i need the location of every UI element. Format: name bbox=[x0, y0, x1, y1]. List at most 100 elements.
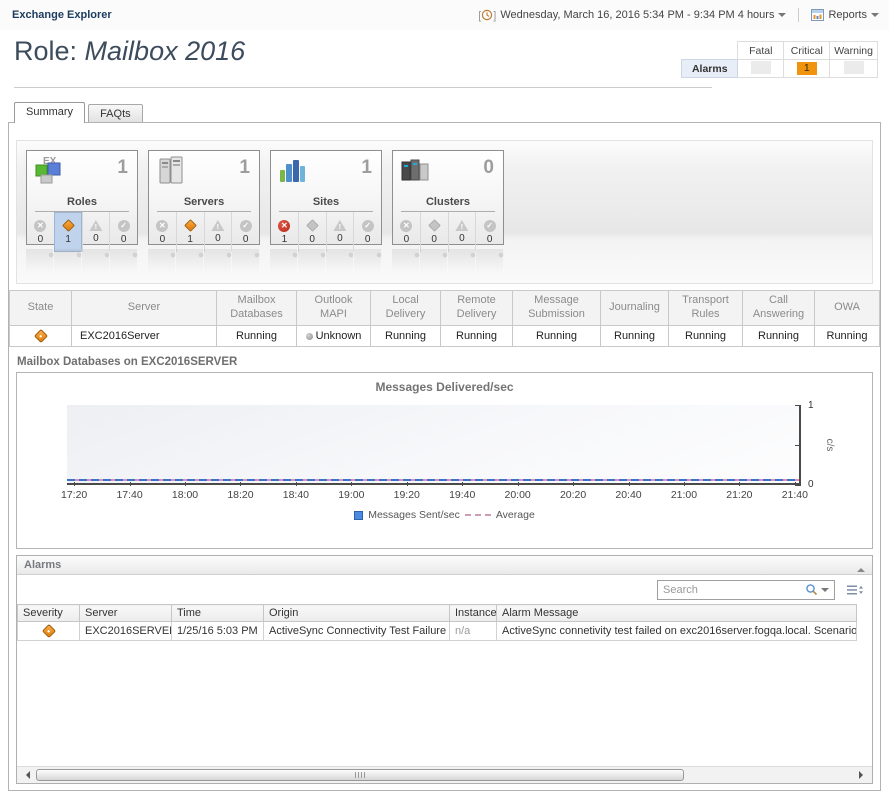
status-cell-critical[interactable]: 0 bbox=[420, 212, 448, 252]
search-box[interactable] bbox=[657, 580, 835, 600]
status-count: 0 bbox=[365, 234, 371, 245]
x-tick-label: 17:20 bbox=[61, 489, 87, 502]
status-cell-fatal[interactable]: ✕1 bbox=[271, 212, 298, 252]
fatal-icon: ✕ bbox=[278, 220, 290, 232]
status-cell-normal[interactable]: ✓0 bbox=[231, 212, 259, 252]
alarm-summary-warning-cell[interactable] bbox=[830, 60, 878, 78]
alarm-time-cell: 1/25/16 5:03 PM bbox=[172, 622, 264, 641]
tile-roles[interactable]: EX 1 Roles ✕0 1 !0 ✓0 bbox=[26, 150, 138, 245]
horizontal-scrollbar[interactable] bbox=[17, 766, 872, 783]
status-count: 0 bbox=[243, 234, 249, 245]
status-count: 0 bbox=[431, 234, 437, 245]
search-input[interactable] bbox=[658, 584, 805, 596]
tile-name: Servers bbox=[157, 196, 251, 212]
alarm-summary-critical-cell[interactable]: 1 bbox=[784, 60, 830, 78]
col-outlook-mapi: Outlook MAPI bbox=[297, 291, 371, 326]
chart-plot-area bbox=[67, 405, 801, 485]
col-severity: Severity bbox=[18, 605, 80, 622]
status-count: 0 bbox=[215, 233, 221, 244]
col-time: Time bbox=[172, 605, 264, 622]
warning-count-badge bbox=[844, 61, 864, 74]
fatal-count-badge bbox=[751, 61, 771, 74]
status-cell-critical[interactable]: 1 bbox=[54, 212, 82, 252]
x-tick-label: 20:00 bbox=[505, 489, 531, 502]
status-cell-warning[interactable]: !0 bbox=[82, 212, 110, 252]
status-count: 0 bbox=[121, 234, 127, 245]
clusters-icon bbox=[398, 154, 432, 189]
critical-icon bbox=[184, 219, 197, 232]
normal-icon: ✓ bbox=[118, 220, 130, 232]
scrollbar-thumb[interactable] bbox=[36, 769, 684, 781]
collapse-panel-icon[interactable] bbox=[857, 564, 865, 572]
status-cell-critical[interactable]: 1 bbox=[176, 212, 204, 252]
time-range-selector[interactable]: [] Wednesday, March 16, 2016 5:34 PM - 9… bbox=[478, 9, 786, 22]
transport-rules-cell: Running bbox=[669, 326, 743, 347]
outlook-mapi-cell: Unknown bbox=[297, 326, 371, 347]
breadcrumb[interactable]: Exchange Explorer bbox=[12, 9, 112, 21]
scroll-right-arrow[interactable] bbox=[856, 767, 872, 783]
servers-icon bbox=[154, 154, 188, 189]
alarm-summary-col-fatal: Fatal bbox=[738, 42, 784, 60]
sites-icon bbox=[276, 154, 310, 189]
page-title: Role: Mailbox 2016 bbox=[14, 36, 245, 67]
critical-icon bbox=[62, 219, 75, 232]
col-alarm-server: Server bbox=[80, 605, 172, 622]
average-line bbox=[67, 479, 799, 481]
tab-summary[interactable]: Summary bbox=[14, 102, 85, 123]
y-max-label: 1 bbox=[808, 400, 814, 411]
divider bbox=[798, 8, 799, 22]
local-delivery-cell: Running bbox=[371, 326, 441, 347]
server-name-cell[interactable]: EXC2016Server bbox=[72, 326, 217, 347]
alarm-summary-fatal-cell[interactable] bbox=[738, 60, 784, 78]
tile-name: Roles bbox=[35, 196, 129, 212]
tile-count: 0 bbox=[483, 157, 494, 179]
status-count: 0 bbox=[337, 233, 343, 244]
status-cell-warning[interactable]: !0 bbox=[204, 212, 232, 252]
search-options-chevron-icon[interactable] bbox=[821, 588, 829, 596]
messages-sent-swatch bbox=[354, 511, 363, 520]
report-icon bbox=[811, 9, 824, 22]
search-icon[interactable] bbox=[805, 583, 818, 597]
col-message-submission: Message Submission bbox=[513, 291, 601, 326]
tile-servers[interactable]: 1 Servers ✕0 1 !0 ✓0 bbox=[148, 150, 260, 245]
status-cell-fatal[interactable]: ✕0 bbox=[27, 212, 54, 252]
chevron-down-icon bbox=[871, 13, 879, 21]
main-content: EX 1 Roles ✕0 1 !0 ✓0 1 Servers bbox=[8, 122, 881, 791]
x-tick-label: 21:40 bbox=[782, 489, 808, 502]
warning-icon: ! bbox=[333, 220, 346, 231]
x-tick-label: 18:40 bbox=[283, 489, 309, 502]
tile-sites[interactable]: 1 Sites ✕1 0 !0 ✓0 bbox=[270, 150, 382, 245]
x-tick-label: 20:20 bbox=[560, 489, 586, 502]
tab-faqts[interactable]: FAQts bbox=[88, 104, 143, 122]
status-cell-critical[interactable]: 0 bbox=[298, 212, 326, 252]
status-cell-fatal[interactable]: ✕0 bbox=[393, 212, 420, 252]
chart-title: Messages Delivered/sec bbox=[17, 380, 872, 394]
status-count: 0 bbox=[459, 233, 465, 244]
tile-clusters[interactable]: 0 Clusters ✕0 0 !0 ✓0 bbox=[392, 150, 504, 245]
critical-icon bbox=[306, 219, 319, 232]
status-count: 0 bbox=[160, 234, 166, 245]
col-state: State bbox=[10, 291, 72, 326]
status-cell-warning[interactable]: !0 bbox=[448, 212, 476, 252]
title-role-name: Mailbox 2016 bbox=[85, 36, 246, 66]
status-cell-warning[interactable]: !0 bbox=[326, 212, 354, 252]
status-count: 0 bbox=[487, 234, 493, 245]
scroll-left-arrow[interactable] bbox=[17, 767, 33, 783]
server-table-row[interactable]: • EXC2016Server Running Unknown Running … bbox=[10, 326, 880, 347]
tile-count: 1 bbox=[361, 157, 372, 179]
alarm-instance-cell: n/a bbox=[450, 622, 497, 641]
status-cell-normal[interactable]: ✓0 bbox=[109, 212, 137, 252]
col-transport-rules: Transport Rules bbox=[669, 291, 743, 326]
alarms-toolbar bbox=[17, 575, 872, 604]
x-tick-label: 18:20 bbox=[227, 489, 253, 502]
chevron-down-icon bbox=[778, 13, 786, 21]
alarm-origin-cell: ActiveSync Connectivity Test Failure bbox=[264, 622, 450, 641]
status-cell-normal[interactable]: ✓0 bbox=[353, 212, 381, 252]
status-cell-normal[interactable]: ✓0 bbox=[475, 212, 503, 252]
title-prefix: Role: bbox=[14, 36, 85, 66]
alarm-row[interactable]: • EXC2016SERVER 1/25/16 5:03 PM ActiveSy… bbox=[18, 622, 857, 641]
reports-menu[interactable]: Reports bbox=[811, 9, 879, 22]
customize-list-icon[interactable] bbox=[846, 584, 864, 599]
messages-chart-panel: Messages Delivered/sec 1 0 c/s 17:2017:4… bbox=[16, 372, 873, 549]
status-cell-fatal[interactable]: ✕0 bbox=[149, 212, 176, 252]
